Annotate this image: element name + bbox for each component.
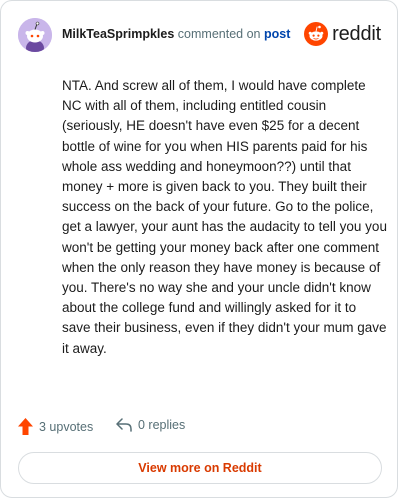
reddit-logo[interactable]: reddit bbox=[304, 21, 381, 47]
comment-actions: 3 upvotes 0 replies bbox=[18, 418, 378, 438]
view-more-button[interactable]: View more on Reddit bbox=[18, 452, 382, 484]
reply-count: 0 replies bbox=[138, 418, 186, 432]
upvote-arrow-icon bbox=[18, 418, 33, 435]
reply-arrow-icon bbox=[116, 418, 132, 432]
reply-button[interactable]: 0 replies bbox=[116, 418, 185, 432]
reddit-wordmark: reddit bbox=[332, 22, 381, 45]
action-text: commented on bbox=[177, 27, 261, 41]
user-avatar-icon[interactable] bbox=[18, 18, 52, 52]
comment-body: NTA. And screw all of them, I would have… bbox=[62, 78, 387, 356]
post-link[interactable]: post bbox=[264, 27, 290, 41]
upvote-button[interactable]: 3 upvotes bbox=[18, 418, 93, 435]
comment-embed-card: MilkTeaSprimpkles commented on post redd… bbox=[0, 0, 398, 498]
comment-meta: MilkTeaSprimpkles commented on post bbox=[62, 27, 290, 41]
comment-header: MilkTeaSprimpkles commented on post redd… bbox=[18, 18, 381, 52]
upvote-count: 3 upvotes bbox=[39, 419, 94, 434]
reddit-logo-icon bbox=[304, 22, 329, 46]
username-link[interactable]: MilkTeaSprimpkles bbox=[62, 27, 174, 41]
